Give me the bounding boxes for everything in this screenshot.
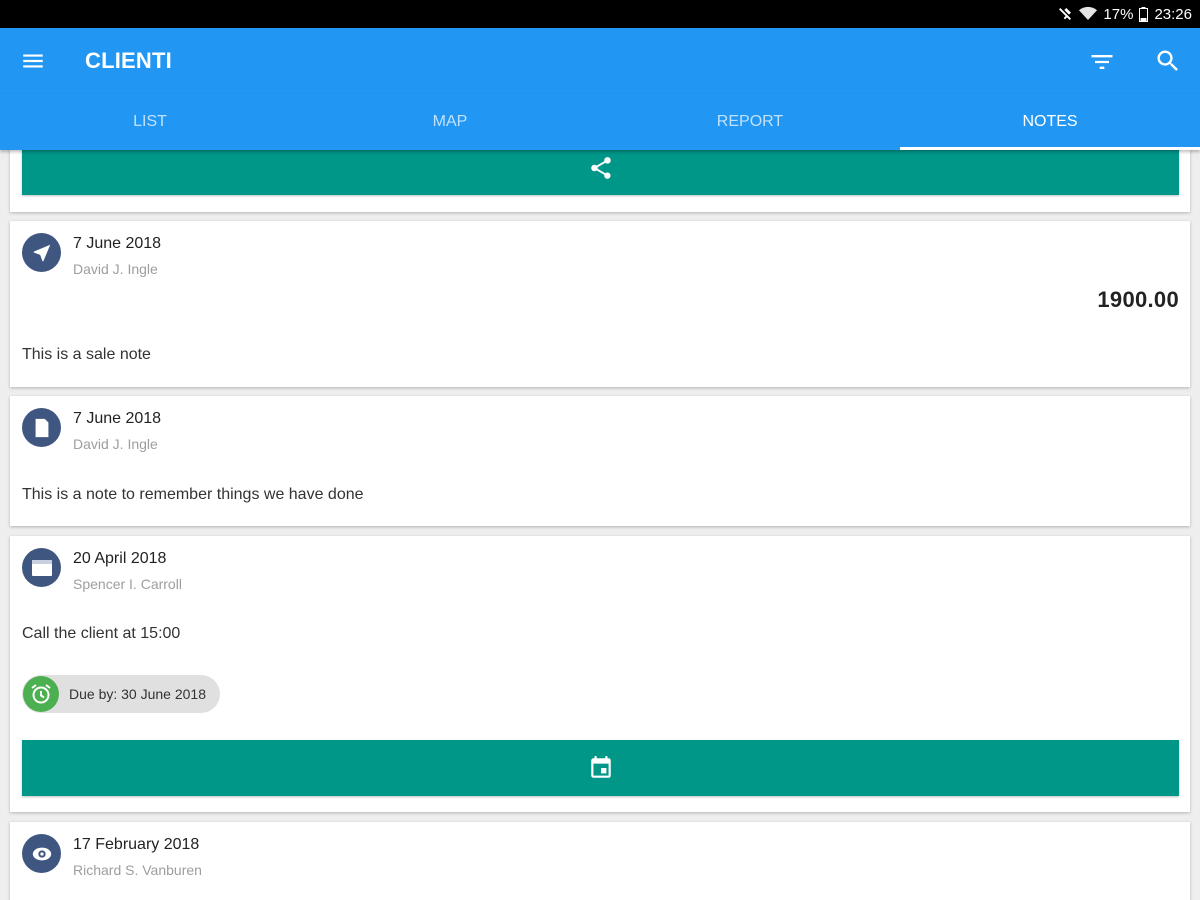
note-card-appointment[interactable]: 20 April 2018 Spencer I. Carroll Call th… (10, 536, 1190, 812)
status-bar: 17% 23:26 (0, 0, 1200, 28)
note-card-sale[interactable]: 7 June 2018 David J. Ingle 1900.00 This … (10, 221, 1190, 387)
tab-bar: LIST MAP REPORT NOTES (0, 94, 1200, 150)
sale-amount: 1900.00 (1097, 287, 1179, 312)
note-card-document[interactable]: 7 June 2018 David J. Ingle This is a not… (10, 396, 1190, 526)
calendar-event-icon (590, 756, 611, 778)
note-type-avatar (22, 408, 61, 447)
navigation-arrow-icon (33, 244, 50, 261)
share-icon (590, 156, 611, 179)
note-text: This is a note to remember things we hav… (22, 486, 364, 503)
tab-list[interactable]: LIST (0, 94, 300, 150)
menu-button[interactable] (20, 48, 46, 74)
tab-notes[interactable]: NOTES (900, 94, 1200, 150)
note-type-avatar (22, 834, 61, 873)
note-author: David J. Ingle (73, 261, 158, 277)
note-type-avatar (22, 233, 61, 272)
note-card-visit[interactable]: 17 February 2018 Richard S. Vanburen (10, 822, 1190, 900)
due-date-chip: Due by: 30 June 2018 (22, 675, 220, 713)
note-date: 20 April 2018 (73, 550, 167, 567)
note-text: This is a sale note (22, 346, 151, 363)
hamburger-menu-icon (23, 54, 43, 68)
note-author: David J. Ingle (73, 436, 158, 452)
note-date: 7 June 2018 (73, 410, 162, 427)
app-bar: CLIENTI (0, 28, 1200, 94)
battery-icon (1139, 6, 1149, 22)
wifi-icon (1079, 6, 1098, 20)
search-icon (1157, 50, 1178, 71)
add-to-calendar-button[interactable] (22, 740, 1179, 796)
battery-percent: 17% (1103, 5, 1134, 23)
mute-icon (1059, 8, 1072, 20)
note-author: Spencer I. Carroll (73, 576, 182, 592)
status-time: 23:26 (1154, 5, 1192, 23)
calendar-icon (31, 559, 52, 576)
note-type-avatar (22, 548, 61, 587)
note-date: 7 June 2018 (73, 235, 162, 252)
due-date-text: Due by: 30 June 2018 (69, 686, 206, 702)
filter-icon (1091, 55, 1113, 69)
note-date: 17 February 2018 (73, 836, 200, 853)
note-author: Richard S. Vanburen (73, 862, 202, 878)
alarm-clock-icon (23, 676, 59, 712)
filter-button[interactable] (1088, 48, 1116, 76)
document-icon (35, 418, 48, 437)
search-button[interactable] (1154, 47, 1182, 75)
page-title: CLIENTI (85, 48, 172, 73)
visit-eye-icon (32, 847, 51, 860)
tab-map[interactable]: MAP (300, 94, 600, 150)
note-text: Call the client at 15:00 (22, 625, 181, 642)
tab-report[interactable]: REPORT (600, 94, 900, 150)
